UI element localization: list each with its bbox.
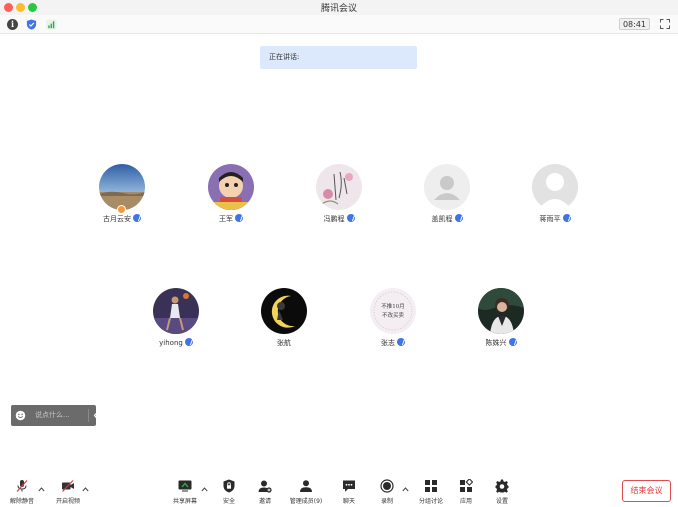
- record-button[interactable]: 录制: [368, 479, 406, 505]
- apps-icon: [460, 479, 473, 492]
- info-icon[interactable]: i: [7, 19, 18, 30]
- avatar: [316, 164, 362, 210]
- add-user-icon: [258, 480, 272, 493]
- avatar: 不推10月 不改买卖: [370, 288, 416, 334]
- speaking-indicator: 正在讲话:: [260, 46, 417, 69]
- avatar: [261, 288, 307, 334]
- avatar: [478, 288, 524, 334]
- end-meeting-button[interactable]: 结束会议: [622, 480, 671, 502]
- manage-members-button[interactable]: 管理成员(9): [287, 479, 325, 505]
- participant-tile[interactable]: 蒋雨平: [505, 164, 605, 234]
- participant-tile[interactable]: 冯鹏程: [289, 164, 389, 234]
- members-icon: [300, 480, 312, 492]
- signal-icon[interactable]: [46, 19, 57, 30]
- participant-name: yihong: [159, 339, 183, 347]
- mic-icon: [346, 214, 355, 222]
- record-icon: [380, 479, 394, 493]
- avatar: [532, 164, 578, 210]
- meeting-status-bar: i 08:41: [0, 15, 678, 34]
- participant-name: 陈姝兴: [485, 339, 507, 347]
- avatar-text-line-1: 不推10月: [381, 302, 405, 310]
- title-bar: 腾讯会议: [0, 0, 678, 15]
- share-screen-icon: [178, 480, 192, 492]
- unmute-button[interactable]: 解除静音: [3, 479, 41, 505]
- chat-divider: [88, 409, 89, 422]
- unmute-label: 解除静音: [9, 498, 34, 505]
- participant-tile[interactable]: 张航: [234, 288, 334, 358]
- participant-name: 王军: [219, 215, 233, 223]
- host-badge: [117, 205, 126, 214]
- participant-name: 蒋雨平: [539, 215, 561, 223]
- fullscreen-icon[interactable]: [660, 19, 670, 29]
- video-options-chevron-icon[interactable]: [82, 487, 89, 492]
- participant-name: 古月云安: [103, 215, 131, 223]
- record-options-chevron-icon[interactable]: [402, 487, 409, 492]
- share-screen-button[interactable]: 共享屏幕: [166, 479, 204, 505]
- settings-label: 设置: [495, 498, 508, 505]
- mic-icon: [133, 214, 141, 222]
- participant-name: 盖凯程: [431, 215, 453, 223]
- chat-placeholder: 说点什么...: [35, 411, 70, 419]
- avatar: [208, 164, 254, 210]
- participant-name: 张志: [381, 339, 395, 347]
- start-video-label: 开启视频: [55, 498, 80, 505]
- meeting-toolbar: 解除静音 开启视频 共享屏幕 安全 邀请 管理成员(9) 聊天 录制 分组讨论 …: [0, 473, 678, 507]
- participant-tile[interactable]: 陈姝兴: [451, 288, 551, 358]
- record-label: 录制: [380, 498, 393, 505]
- audio-options-chevron-icon[interactable]: [38, 487, 45, 492]
- gear-icon: [495, 479, 509, 493]
- start-video-button[interactable]: 开启视频: [49, 479, 87, 505]
- smile-icon[interactable]: [15, 410, 26, 421]
- participant-name: 张航: [277, 339, 291, 347]
- settings-button[interactable]: 设置: [483, 479, 521, 505]
- avatar: [153, 288, 199, 334]
- shield-icon[interactable]: [26, 19, 37, 30]
- mic-icon: [397, 338, 405, 346]
- chat-icon: [343, 480, 355, 492]
- participant-tile[interactable]: 不推10月 不改买卖 张志: [343, 288, 443, 358]
- invite-button[interactable]: 邀请: [246, 479, 284, 505]
- quick-chat-input[interactable]: 说点什么...: [11, 405, 99, 426]
- mic-icon: [454, 214, 463, 222]
- video-off-icon: [62, 480, 74, 492]
- breakout-rooms-icon: [425, 480, 437, 492]
- share-options-chevron-icon[interactable]: [201, 487, 208, 492]
- share-screen-label: 共享屏幕: [172, 498, 197, 505]
- mic-icon: [562, 214, 571, 222]
- participant-tile[interactable]: yihong: [126, 288, 226, 358]
- mic-icon: [235, 214, 243, 222]
- participant-name: 冯鹏程: [323, 215, 345, 223]
- meeting-clock: 08:41: [618, 18, 650, 30]
- avatar: [424, 164, 470, 210]
- shield-lock-icon: [223, 479, 235, 493]
- participant-tile[interactable]: 古月云安: [72, 164, 172, 234]
- window-title: 腾讯会议: [320, 4, 357, 14]
- chevron-left-icon[interactable]: [93, 411, 99, 420]
- avatar-text-line-2: 不改买卖: [382, 311, 405, 319]
- avatar: [99, 164, 145, 210]
- participant-tile[interactable]: 盖凯程: [397, 164, 497, 234]
- mic-icon: [184, 338, 193, 346]
- participant-tile[interactable]: 王军: [181, 164, 281, 234]
- mic-icon: [508, 338, 517, 346]
- mic-muted-icon: [16, 480, 28, 492]
